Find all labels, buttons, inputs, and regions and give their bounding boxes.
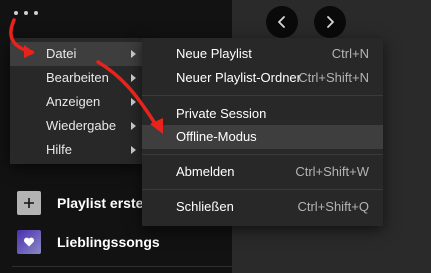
sidebar-divider (12, 266, 232, 267)
submenu-item-private-session[interactable]: Private Session (142, 102, 383, 126)
forward-button[interactable] (314, 6, 346, 38)
heart-icon (17, 230, 41, 254)
menu-item-hilfe[interactable]: Hilfe (10, 138, 143, 162)
more-dots-icon[interactable] (14, 6, 44, 20)
submenu-arrow-icon (131, 74, 136, 82)
menu-item-datei[interactable]: Datei (10, 42, 143, 66)
submenu-arrow-icon (131, 146, 136, 154)
chevron-left-icon (278, 16, 285, 28)
datei-submenu: Neue Playlist Ctrl+N Neuer Playlist-Ordn… (142, 38, 383, 226)
menu-separator (142, 154, 383, 155)
create-playlist-item[interactable]: Playlist erste (17, 191, 143, 215)
liked-songs-label: Lieblingssongs (57, 234, 160, 250)
submenu-arrow-icon (131, 50, 136, 58)
menu-item-bearbeiten[interactable]: Bearbeiten (10, 66, 143, 90)
back-button[interactable] (266, 6, 298, 38)
create-playlist-label: Playlist erste (57, 195, 144, 211)
menu-item-wiedergabe[interactable]: Wiedergabe (10, 114, 143, 138)
liked-songs-item[interactable]: Lieblingssongs (17, 230, 160, 254)
menu-item-anzeigen[interactable]: Anzeigen (10, 90, 143, 114)
plus-icon (17, 191, 41, 215)
submenu-item-new-playlist[interactable]: Neue Playlist Ctrl+N (142, 42, 383, 66)
menu-separator (142, 95, 383, 96)
submenu-item-offline-mode[interactable]: Offline-Modus (142, 125, 383, 149)
submenu-item-logout[interactable]: Abmelden Ctrl+Shift+W (142, 160, 383, 184)
chevron-right-icon (327, 16, 334, 28)
menu-separator (142, 189, 383, 190)
submenu-item-close[interactable]: Schließen Ctrl+Shift+Q (142, 195, 383, 219)
submenu-item-new-playlist-folder[interactable]: Neuer Playlist-Ordner Ctrl+Shift+N (142, 66, 383, 90)
submenu-arrow-icon (131, 122, 136, 130)
spotify-window: Playlist erste Lieblingssongs Datei Bear… (0, 0, 431, 273)
submenu-arrow-icon (131, 98, 136, 106)
app-menu: Datei Bearbeiten Anzeigen Wiedergabe Hil… (10, 38, 143, 164)
